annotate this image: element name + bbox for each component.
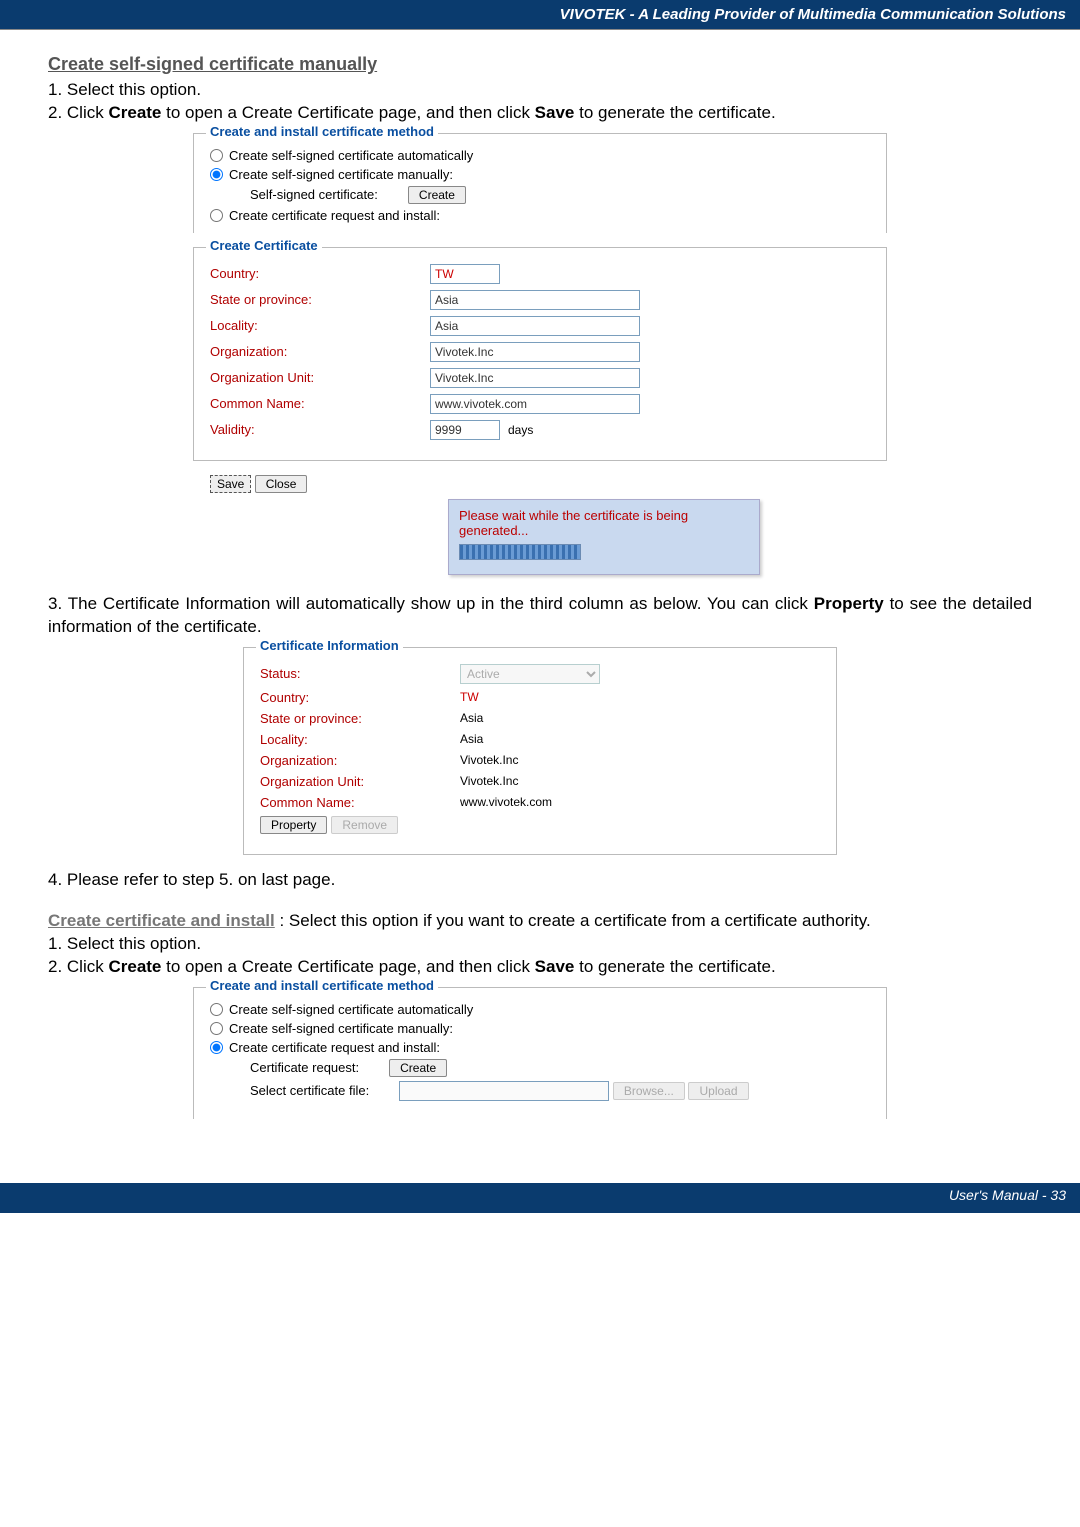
l-state: State or province:: [210, 292, 430, 307]
method-fieldset-1: Create and install certificate method Cr…: [193, 133, 887, 233]
t: : Select this option if you want to crea…: [275, 911, 871, 930]
cert-request-label: Certificate request:: [250, 1060, 359, 1075]
l-validity: Validity:: [210, 422, 430, 437]
li-state: State or province:: [260, 711, 460, 726]
sec2-intro: Create certificate and install : Select …: [48, 910, 1032, 933]
step3-text: 3. The Certificate Information will auto…: [48, 593, 1032, 639]
t: to generate the certificate.: [574, 957, 775, 976]
section-title-manual: Create self-signed certificate manually: [48, 54, 1032, 75]
property-button[interactable]: Property: [260, 816, 327, 834]
header-title: VIVOTEK - A Leading Provider of Multimed…: [560, 6, 1066, 23]
input-orgunit[interactable]: [430, 368, 640, 388]
radio2-request[interactable]: [210, 1041, 223, 1054]
sec2-step2: 2. Click Create to open a Create Certifi…: [48, 956, 1032, 979]
create-button-2[interactable]: Create: [389, 1059, 447, 1077]
browse-button[interactable]: Browse...: [613, 1082, 685, 1100]
save-button[interactable]: Save: [210, 475, 251, 493]
v-locality: Asia: [460, 732, 483, 746]
li-org: Organization:: [260, 753, 460, 768]
legend-method-2: Create and install certificate method: [206, 978, 438, 993]
t: 3. The Certificate Information will auto…: [48, 594, 814, 613]
doc-footer: User's Manual - 33: [0, 1183, 1080, 1213]
status-box: Please wait while the certificate is bei…: [448, 499, 760, 575]
radio2-manual[interactable]: [210, 1022, 223, 1035]
li-locality: Locality:: [260, 732, 460, 747]
sec1-step2: 2. Click Create to open a Create Certifi…: [48, 102, 1032, 125]
l-org: Organization:: [210, 344, 430, 359]
radio-manual[interactable]: [210, 168, 223, 181]
self-signed-label: Self-signed certificate:: [250, 187, 378, 202]
v-org: Vivotek.Inc: [460, 753, 518, 767]
legend-cert-info: Certificate Information: [256, 638, 403, 653]
progress-bar: [459, 544, 581, 560]
input-org[interactable]: [430, 342, 640, 362]
legend-create-cert: Create Certificate: [206, 238, 322, 253]
li-country: Country:: [260, 690, 460, 705]
input-locality[interactable]: [430, 316, 640, 336]
v-common: www.vivotek.com: [460, 795, 552, 809]
upload-button[interactable]: Upload: [688, 1082, 748, 1100]
radio2-auto-label: Create self-signed certificate automatic…: [229, 1002, 473, 1017]
v-country: TW: [460, 690, 479, 704]
status-message: Please wait while the certificate is bei…: [459, 508, 749, 538]
remove-button[interactable]: Remove: [331, 816, 398, 834]
page-body: Create self-signed certificate manually …: [0, 30, 1080, 1143]
t: Save: [535, 957, 575, 976]
close-button[interactable]: Close: [255, 475, 308, 493]
radio-manual-label: Create self-signed certificate manually:: [229, 167, 453, 182]
radio-request[interactable]: [210, 209, 223, 222]
t: Create: [108, 957, 161, 976]
days-label: days: [508, 423, 533, 437]
l-common: Common Name:: [210, 396, 430, 411]
sec2-step1: 1. Select this option.: [48, 933, 1032, 956]
l-country: Country:: [210, 266, 430, 281]
create-button[interactable]: Create: [408, 186, 466, 204]
sec1-step1: 1. Select this option.: [48, 79, 1032, 102]
input-common[interactable]: [430, 394, 640, 414]
method-fieldset-2: Create and install certificate method Cr…: [193, 987, 887, 1119]
section-title-install: Create certificate and install: [48, 911, 275, 930]
status-select: Active: [460, 664, 600, 684]
step4-text: 4. Please refer to step 5. on last page.: [48, 869, 1032, 892]
v-state: Asia: [460, 711, 483, 725]
li-orgunit: Organization Unit:: [260, 774, 460, 789]
doc-header: VIVOTEK - A Leading Provider of Multimed…: [0, 0, 1080, 30]
radio-auto-label: Create self-signed certificate automatic…: [229, 148, 473, 163]
t: to open a Create Certificate page, and t…: [161, 103, 534, 122]
input-state[interactable]: [430, 290, 640, 310]
legend-method-1: Create and install certificate method: [206, 124, 438, 139]
t: Save: [535, 103, 575, 122]
create-cert-fieldset: Create Certificate Country: State or pro…: [193, 247, 887, 461]
cert-info-fieldset: Certificate Information Status: Active C…: [243, 647, 837, 855]
file-path-input: [399, 1081, 609, 1101]
t: 2. Click: [48, 957, 108, 976]
radio-auto[interactable]: [210, 149, 223, 162]
li-status: Status:: [260, 666, 460, 681]
t: to open a Create Certificate page, and t…: [161, 957, 534, 976]
radio2-manual-label: Create self-signed certificate manually:: [229, 1021, 453, 1036]
t: Create: [108, 103, 161, 122]
radio-request-label: Create certificate request and install:: [229, 208, 440, 223]
input-country[interactable]: [430, 264, 500, 284]
footer-page-number: User's Manual - 33: [949, 1187, 1066, 1203]
save-close-row: Save Close: [210, 475, 870, 493]
v-orgunit: Vivotek.Inc: [460, 774, 518, 788]
t: Property: [814, 594, 884, 613]
l-orgunit: Organization Unit:: [210, 370, 430, 385]
t: to generate the certificate.: [574, 103, 775, 122]
t: 2. Click: [48, 103, 108, 122]
radio2-request-label: Create certificate request and install:: [229, 1040, 440, 1055]
l-locality: Locality:: [210, 318, 430, 333]
li-common: Common Name:: [260, 795, 460, 810]
select-file-label: Select certificate file:: [250, 1083, 369, 1098]
radio2-auto[interactable]: [210, 1003, 223, 1016]
input-validity[interactable]: [430, 420, 500, 440]
